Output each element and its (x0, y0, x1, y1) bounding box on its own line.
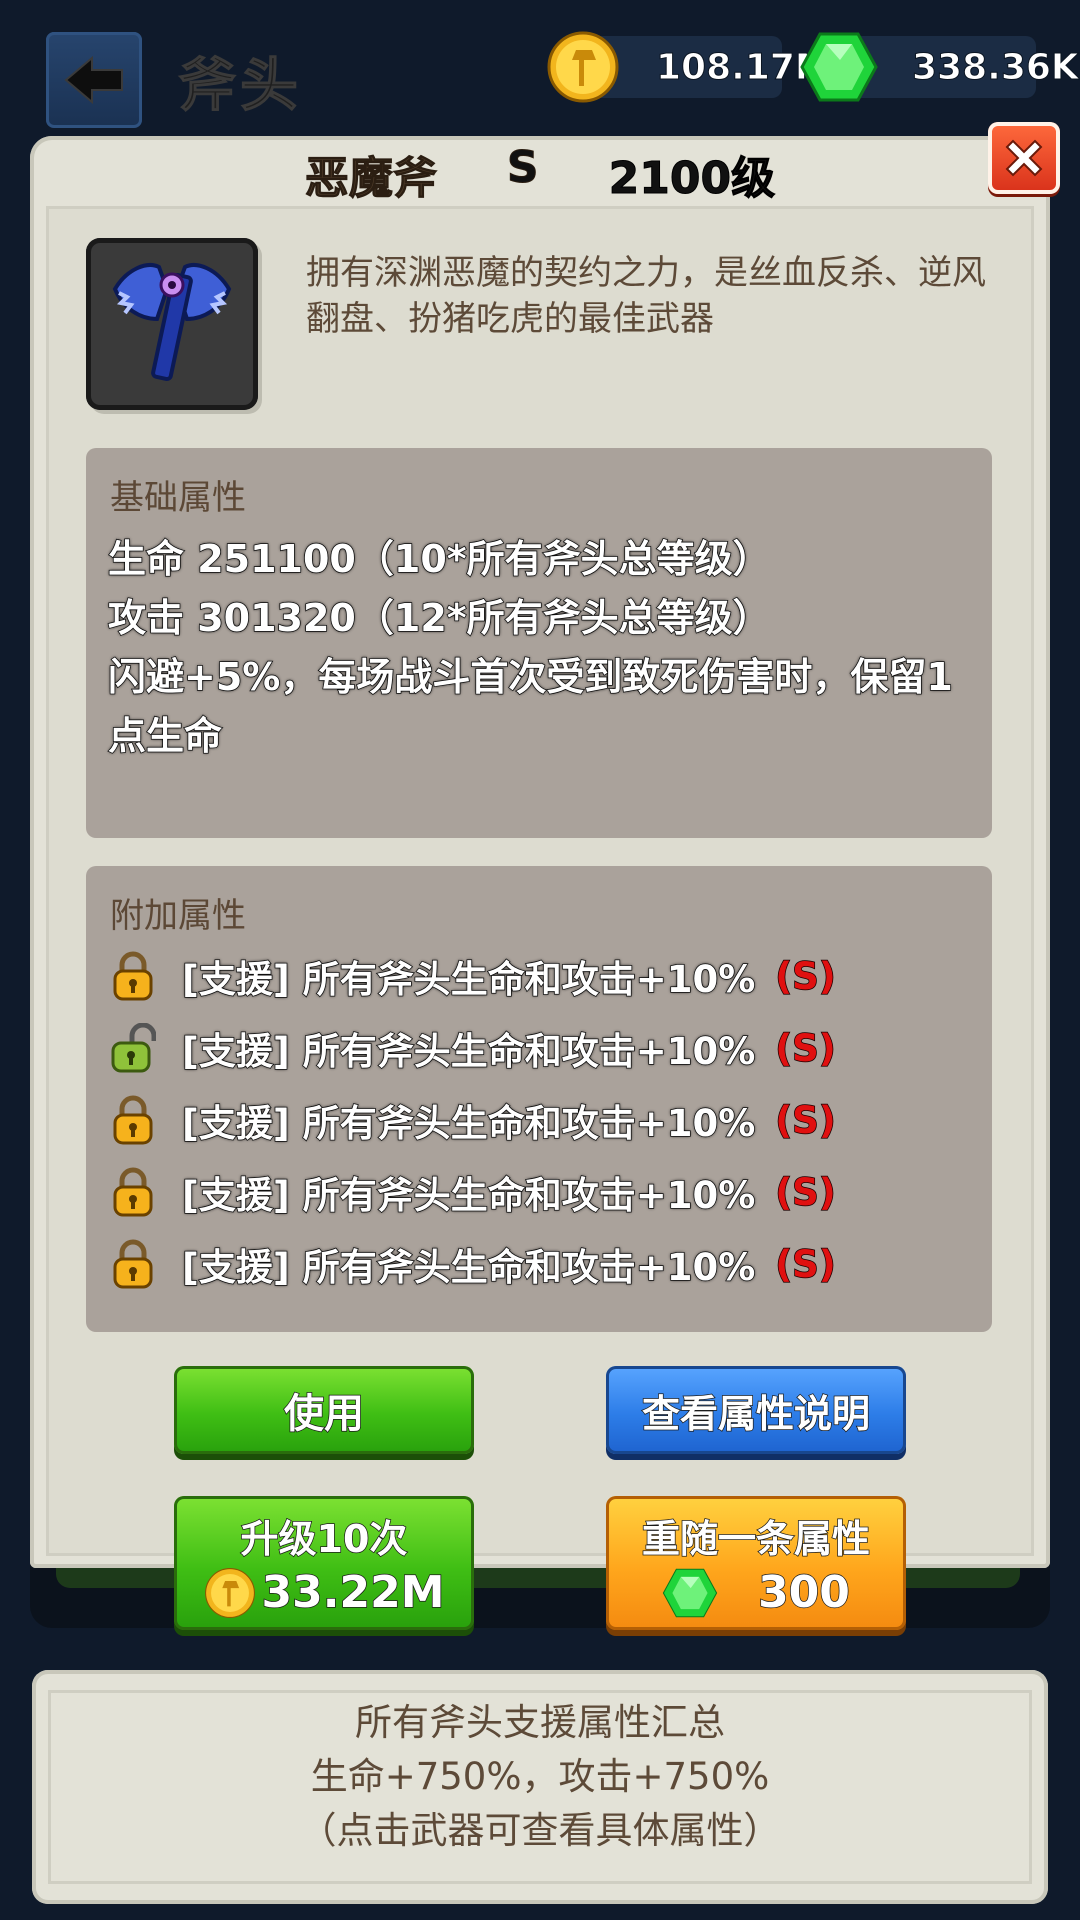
weapon-description: 拥有深渊恶魔的契约之力，是丝血反杀、逆风翻盘、扮猪吃虎的最佳武器 (306, 253, 986, 339)
unlocked-icon[interactable] (110, 1023, 156, 1073)
base-attr-special: 闪避+5%，每场战斗首次受到致死伤害时，保留1点生命 (107, 654, 953, 759)
extra-attr-grade: (S) (775, 1026, 837, 1071)
reroll-label: 重随一条属性 (641, 1516, 871, 1562)
summary-title: 所有斧头支援属性汇总 (355, 1701, 725, 1744)
extra-attr-row: [支援] 所有斧头生命和攻击+10% (S) (110, 1090, 970, 1150)
upgrade-10-button[interactable]: 升级10次 33.22M (174, 1496, 474, 1630)
extra-attr-text: [支援] 所有斧头生命和攻击+10% (181, 957, 756, 1002)
extra-attr-grade: (S) (775, 954, 837, 999)
extra-attr-row: [支援] 所有斧头生命和攻击+10% (S) (110, 1018, 970, 1078)
upgrade-label: 升级10次 (240, 1516, 408, 1562)
extra-attr-grade: (S) (775, 1170, 837, 1215)
extra-attr-text: [支援] 所有斧头生命和攻击+10% (181, 1173, 756, 1218)
use-button[interactable]: 使用 (174, 1366, 474, 1454)
base-attributes-list: 生命 251100（10*所有斧头总等级） 攻击 301320（12*所有斧头总… (107, 530, 988, 766)
summary-hint: （点击武器可查看具体属性） (299, 1809, 781, 1852)
page-title: 斧头 (177, 51, 303, 120)
extra-attr-text: [支援] 所有斧头生命和攻击+10% (181, 1245, 756, 1290)
reroll-cost-row: 300 (662, 1566, 851, 1619)
extra-attr-row: [支援] 所有斧头生命和攻击+10% (S) (110, 946, 970, 1006)
weapon-icon-frame[interactable] (86, 238, 258, 410)
weapon-name: 恶魔斧 (304, 153, 437, 205)
view-attribute-info-button[interactable]: 查看属性说明 (606, 1366, 906, 1454)
demon-axe-icon (112, 263, 232, 381)
upgrade-cost-row: 33.22M (204, 1566, 445, 1619)
green-gem-icon (662, 1568, 718, 1617)
weapon-header: 恶魔斧 S 2100级 (0, 142, 1080, 206)
view-attribute-info-label: 查看属性说明 (641, 1391, 871, 1437)
support-summary-text: 所有斧头支援属性汇总 生命+750%，攻击+750% （点击武器可查看具体属性） (0, 1696, 1080, 1858)
extra-attr-grade: (S) (775, 1098, 837, 1143)
extra-attr-row: [支援] 所有斧头生命和攻击+10% (S) (110, 1234, 970, 1294)
gold-coin-icon (204, 1567, 255, 1618)
arrow-left-icon (64, 55, 123, 105)
extra-attributes-title: 附加属性 (110, 896, 246, 936)
gold-coin-icon (547, 31, 619, 103)
base-attr-attack: 攻击 301320（12*所有斧头总等级） (107, 595, 771, 641)
extra-attr-row: [支援] 所有斧头生命和攻击+10% (S) (110, 1162, 970, 1222)
weapon-grade: S (506, 142, 539, 194)
base-attr-hp: 生命 251100（10*所有斧头总等级） (107, 536, 771, 582)
extra-attr-text: [支援] 所有斧头生命和攻击+10% (181, 1101, 756, 1146)
close-icon (1005, 139, 1043, 177)
use-button-label: 使用 (283, 1390, 365, 1438)
reroll-attribute-button[interactable]: 重随一条属性 300 (606, 1496, 906, 1630)
lock-icon[interactable] (110, 1239, 156, 1289)
upgrade-cost: 33.22M (261, 1566, 445, 1619)
extra-attr-text: [支援] 所有斧头生命和攻击+10% (181, 1029, 756, 1074)
lock-icon[interactable] (110, 951, 156, 1001)
weapon-level: 2100级 (608, 153, 776, 205)
lock-icon[interactable] (110, 1167, 156, 1217)
lock-icon[interactable] (110, 1095, 156, 1145)
summary-value: 生命+750%，攻击+750% (310, 1755, 770, 1798)
green-gem-icon (800, 32, 878, 102)
extra-attr-grade: (S) (775, 1242, 837, 1287)
base-attributes-title: 基础属性 (110, 478, 246, 518)
back-button[interactable] (46, 32, 142, 128)
close-button[interactable] (988, 122, 1060, 194)
reroll-cost: 300 (757, 1566, 850, 1619)
